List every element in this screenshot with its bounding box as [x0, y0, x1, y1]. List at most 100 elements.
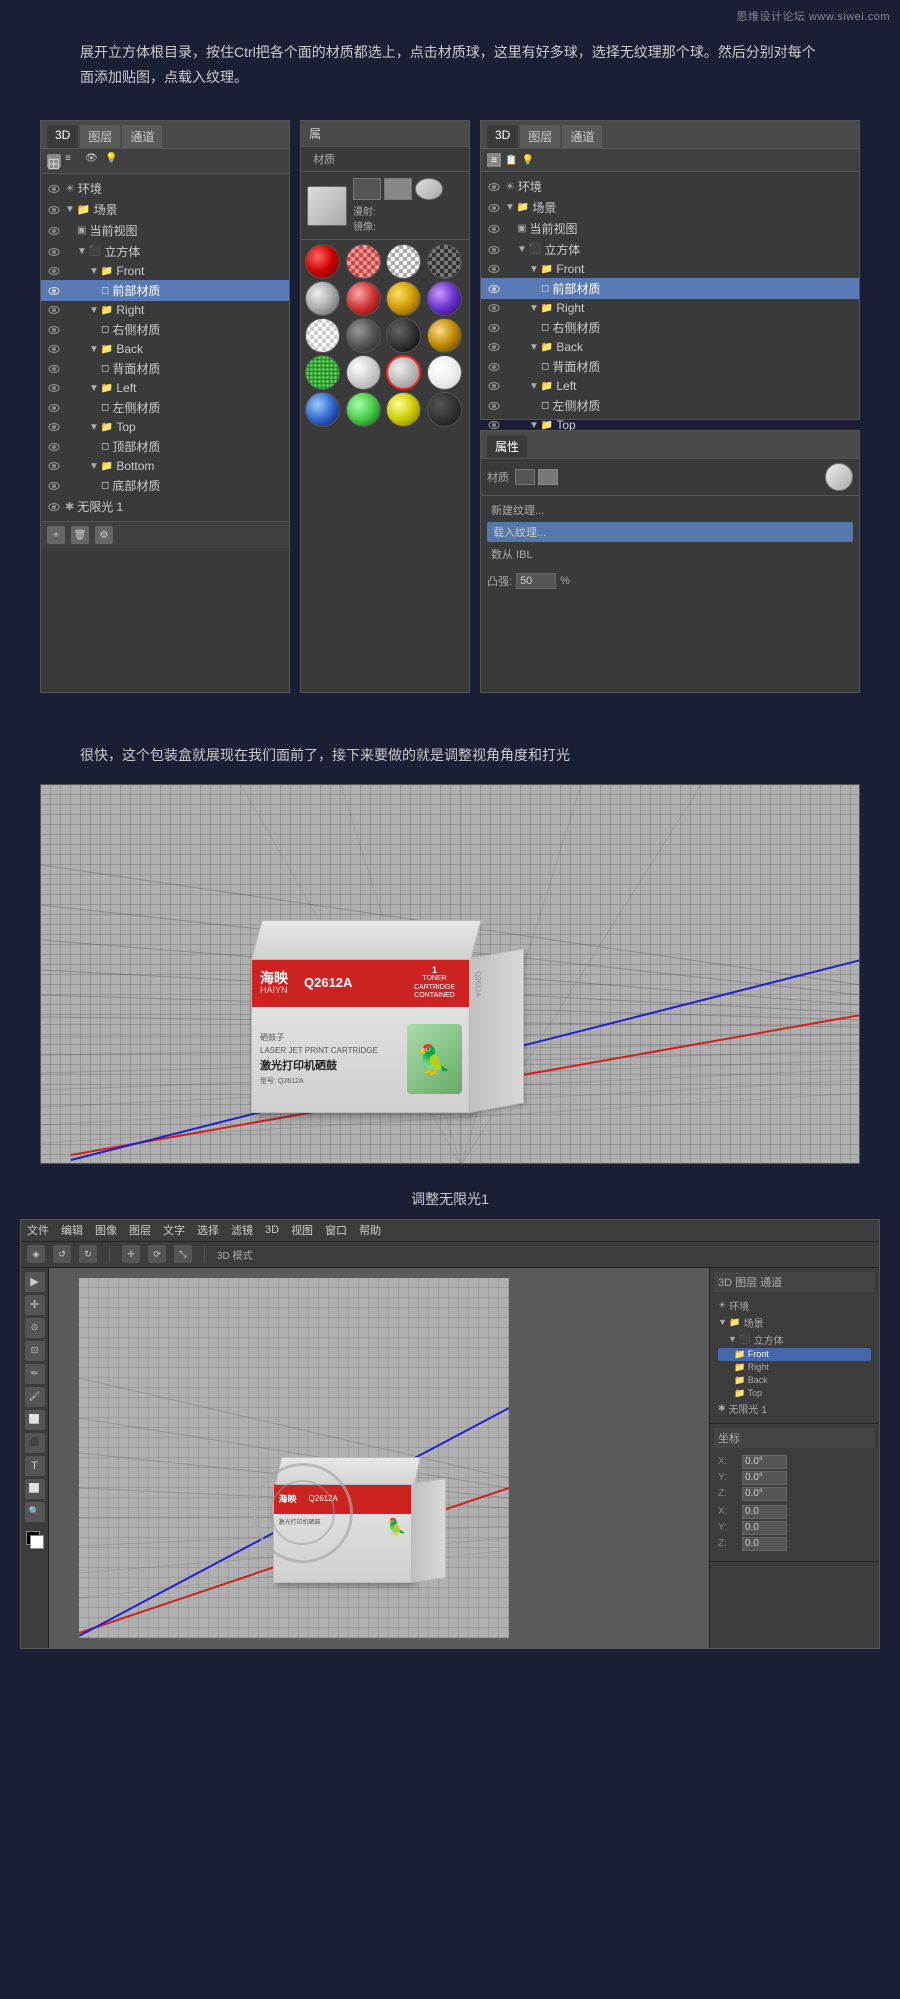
color-foreground[interactable] — [26, 1531, 44, 1549]
right-tree-front[interactable]: ▼ 📁 Front — [481, 260, 859, 278]
xyz-input-py[interactable] — [742, 1521, 787, 1535]
ball-gold2[interactable] — [427, 318, 462, 353]
right-tree-cube[interactable]: ▼ ⬛ 立方体 — [481, 239, 859, 260]
tree-item-front[interactable]: ▼ 📁 Front — [41, 262, 289, 280]
tab-layers-left[interactable]: 图层 — [80, 125, 120, 148]
tree-item-bottom-material[interactable]: ◻ 底部材质 — [41, 475, 289, 496]
bottom-btn-2[interactable]: 🗑 — [71, 526, 89, 544]
menu-type[interactable]: 文字 — [163, 1222, 185, 1238]
tree-item-currentview[interactable]: ▣ 当前视图 — [41, 220, 289, 241]
toolbar-eye-icon[interactable]: 👁 — [85, 153, 101, 169]
ball-yellow[interactable] — [386, 392, 421, 427]
tool-eyedrop[interactable]: ✏ — [25, 1364, 45, 1384]
tab-channels-right[interactable]: 通道 — [562, 125, 602, 148]
tree-item-cube[interactable]: ▼ ⬛ 立方体 — [41, 241, 289, 262]
ball-steel-2[interactable] — [346, 355, 381, 390]
tree-item-top-material[interactable]: ◻ 顶部材质 — [41, 436, 289, 457]
btn-ibl[interactable]: 数从 IBL — [487, 544, 853, 564]
menu-edit[interactable]: 编辑 — [61, 1222, 83, 1238]
ball-blue2[interactable] — [305, 392, 340, 427]
ball-white2[interactable] — [427, 355, 462, 390]
right-tree-right[interactable]: ▼ 📁 Right — [481, 299, 859, 317]
tab-3d-right[interactable]: 3D — [487, 125, 518, 148]
xyz-input-px[interactable] — [742, 1505, 787, 1519]
toolbar-btn-3[interactable]: ↻ — [79, 1245, 97, 1263]
ps-tree-right2[interactable]: 📁 Right — [718, 1361, 871, 1374]
toolbar-list-icon[interactable]: ≡ — [65, 153, 81, 169]
toolbar-btn-scale[interactable]: ⤡ — [174, 1245, 192, 1263]
tool-text[interactable]: T — [25, 1456, 45, 1476]
tool-lasso[interactable]: ⊙ — [25, 1318, 45, 1338]
toolbar-btn-rotate[interactable]: ⟳ — [148, 1245, 166, 1263]
props-box-2[interactable] — [538, 469, 558, 485]
right-toolbar-icon-2[interactable]: 📋 — [505, 155, 517, 166]
tool-move[interactable]: ✛ — [25, 1295, 45, 1315]
right-toolbar-icon-3[interactable]: 💡 — [521, 155, 533, 166]
tree-item-infinite-light[interactable]: ✱ 无限光 1 — [41, 496, 289, 517]
right-toolbar-icon-1[interactable]: ≡ — [487, 153, 501, 167]
tool-eraser[interactable]: ⬜ — [25, 1410, 45, 1430]
props-box-1[interactable] — [515, 469, 535, 485]
props-percent-input[interactable] — [516, 573, 556, 589]
tree-item-front-material[interactable]: ◻ 前部材质 — [41, 280, 289, 301]
menu-file[interactable]: 文件 — [27, 1222, 49, 1238]
btn-load-texture[interactable]: 载入纹理... — [487, 522, 853, 542]
ball-checker-white[interactable] — [386, 244, 421, 279]
ps-tree-top2[interactable]: 📁 Top — [718, 1387, 871, 1400]
tree-item-left[interactable]: ▼ 📁 Left — [41, 379, 289, 397]
bottom-btn-3[interactable]: ⚙ — [95, 526, 113, 544]
tool-shape[interactable]: ⬜ — [25, 1479, 45, 1499]
tree-item-left-material[interactable]: ◻ 左侧材质 — [41, 397, 289, 418]
ball-checker-dark[interactable] — [427, 244, 462, 279]
material-ball-preview[interactable] — [415, 178, 443, 200]
tab-channels-left[interactable]: 通道 — [122, 125, 162, 148]
ps-tree-light2[interactable]: ✱ 无限光 1 — [718, 1400, 871, 1417]
tree-item-top[interactable]: ▼ 📁 Top — [41, 418, 289, 436]
toolbar-btn-move[interactable]: ✛ — [122, 1245, 140, 1263]
tree-item-scene[interactable]: ▼ 📁 场景 — [41, 199, 289, 220]
material-box-2[interactable] — [384, 178, 412, 200]
ball-dark2[interactable] — [427, 392, 462, 427]
tool-select[interactable]: ▶ — [25, 1272, 45, 1292]
menu-image[interactable]: 图像 — [95, 1222, 117, 1238]
tree-item-right[interactable]: ▼ 📁 Right — [41, 301, 289, 319]
ball-red2[interactable] — [346, 281, 381, 316]
props-tab-attrs[interactable]: 属性 — [487, 435, 527, 458]
tool-crop[interactable]: ⊡ — [25, 1341, 45, 1361]
xyz-input-x[interactable] — [742, 1455, 787, 1469]
tool-zoom[interactable]: 🔍 — [25, 1502, 45, 1522]
btn-new-texture[interactable]: 新建纹理... — [487, 500, 853, 520]
bottom-btn-1[interactable]: + — [47, 526, 65, 544]
right-tree-back[interactable]: ▼ 📁 Back — [481, 338, 859, 356]
right-tree-right-material[interactable]: ◻ 右侧材质 — [481, 317, 859, 338]
ball-black[interactable] — [386, 318, 421, 353]
ps-tree-back2[interactable]: 📁 Back — [718, 1374, 871, 1387]
toolbar-btn-2[interactable]: ↺ — [53, 1245, 71, 1263]
ball-highlighted[interactable] — [386, 355, 421, 390]
tool-brush[interactable]: 🖌 — [25, 1387, 45, 1407]
xyz-input-pz[interactable] — [742, 1537, 787, 1551]
ps-tree-scene2[interactable]: ▼ 📁 场景 — [718, 1314, 871, 1331]
right-tree-environment[interactable]: ☀ 环境 — [481, 176, 859, 197]
tree-item-back-material[interactable]: ◻ 背面材质 — [41, 358, 289, 379]
right-tree-left-material[interactable]: ◻ 左侧材质 — [481, 395, 859, 416]
ball-gold[interactable] — [386, 281, 421, 316]
ball-green-spotted[interactable] — [305, 355, 340, 390]
right-tree-scene[interactable]: ▼ 📁 场景 — [481, 197, 859, 218]
menu-view[interactable]: 视图 — [291, 1222, 313, 1238]
ball-red[interactable] — [305, 244, 340, 279]
tool-fill[interactable]: ⬛ — [25, 1433, 45, 1453]
tab-3d-left[interactable]: 3D — [47, 125, 78, 148]
tree-item-environment[interactable]: ☀ 环境 — [41, 178, 289, 199]
ball-white-checker[interactable] — [305, 318, 340, 353]
material-box-1[interactable] — [353, 178, 381, 200]
xyz-input-z[interactable] — [742, 1487, 787, 1501]
ps-tree-env[interactable]: ☀ 环境 — [718, 1297, 871, 1314]
tree-item-bottom[interactable]: ▼ 📁 Bottom — [41, 457, 289, 475]
menu-layer[interactable]: 图层 — [129, 1222, 151, 1238]
right-tree-left[interactable]: ▼ 📁 Left — [481, 377, 859, 395]
ball-purple[interactable] — [427, 281, 462, 316]
tab-layers-right[interactable]: 图层 — [520, 125, 560, 148]
toolbar-btn-1[interactable]: ◈ — [27, 1245, 45, 1263]
right-tree-back-material[interactable]: ◻ 背面材质 — [481, 356, 859, 377]
